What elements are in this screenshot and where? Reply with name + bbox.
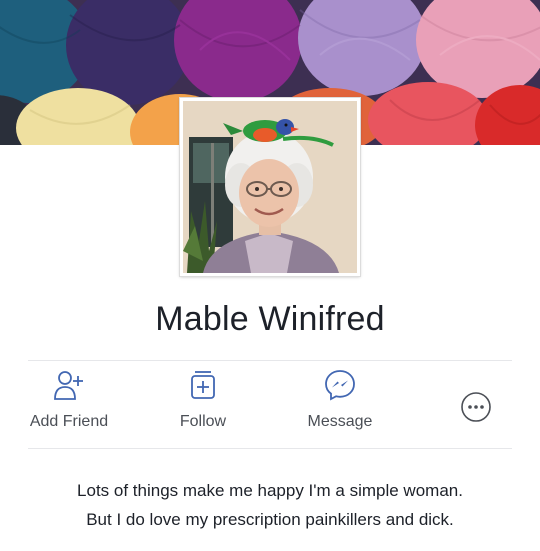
divider: [28, 360, 512, 361]
add-friend-label: Add Friend: [29, 413, 109, 430]
follow-button[interactable]: Follow: [158, 368, 248, 431]
add-friend-button[interactable]: Add Friend: [24, 368, 114, 431]
profile-actions: Add Friend Follow Message: [0, 368, 540, 444]
message-label: Message: [307, 413, 373, 430]
message-button[interactable]: Message: [295, 368, 385, 431]
more-options-icon: [456, 390, 496, 429]
profile-bio: Lots of things make me happy I'm a simpl…: [20, 476, 520, 534]
profile-name: Mable Winifred: [155, 300, 385, 338]
bio-line: Lots of things make me happy I'm a simpl…: [77, 481, 463, 500]
follow-icon: [158, 368, 248, 407]
divider: [28, 448, 512, 449]
profile-picture[interactable]: [180, 98, 360, 276]
bio-line: But I do love my prescription painkiller…: [86, 510, 454, 529]
more-options-button[interactable]: [456, 390, 496, 429]
messenger-icon: [295, 368, 385, 407]
follow-label: Follow: [179, 413, 227, 430]
add-friend-icon: [24, 368, 114, 407]
